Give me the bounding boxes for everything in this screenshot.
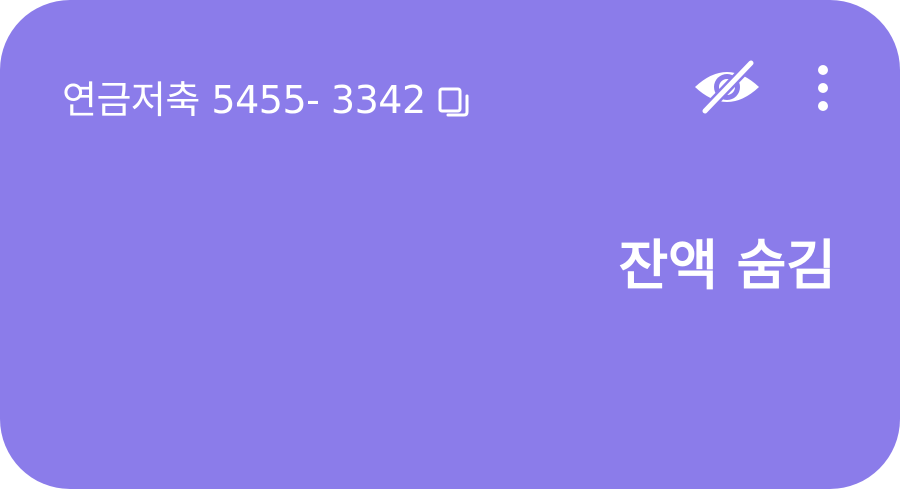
account-info: 연금저축 5455- 3342	[62, 74, 472, 126]
account-number-label: 연금저축 5455- 3342	[62, 78, 426, 122]
hide-balance-toggle[interactable]	[690, 58, 764, 120]
eye-off-icon	[691, 58, 763, 119]
more-options-button[interactable]	[800, 60, 846, 120]
copy-icon[interactable]	[436, 84, 472, 120]
balance-hidden-label[interactable]: 잔액 숨김	[618, 226, 836, 306]
more-vertical-icon	[816, 63, 830, 117]
account-card: 연금저축 5455- 3342 잔액 숨김	[0, 0, 900, 489]
